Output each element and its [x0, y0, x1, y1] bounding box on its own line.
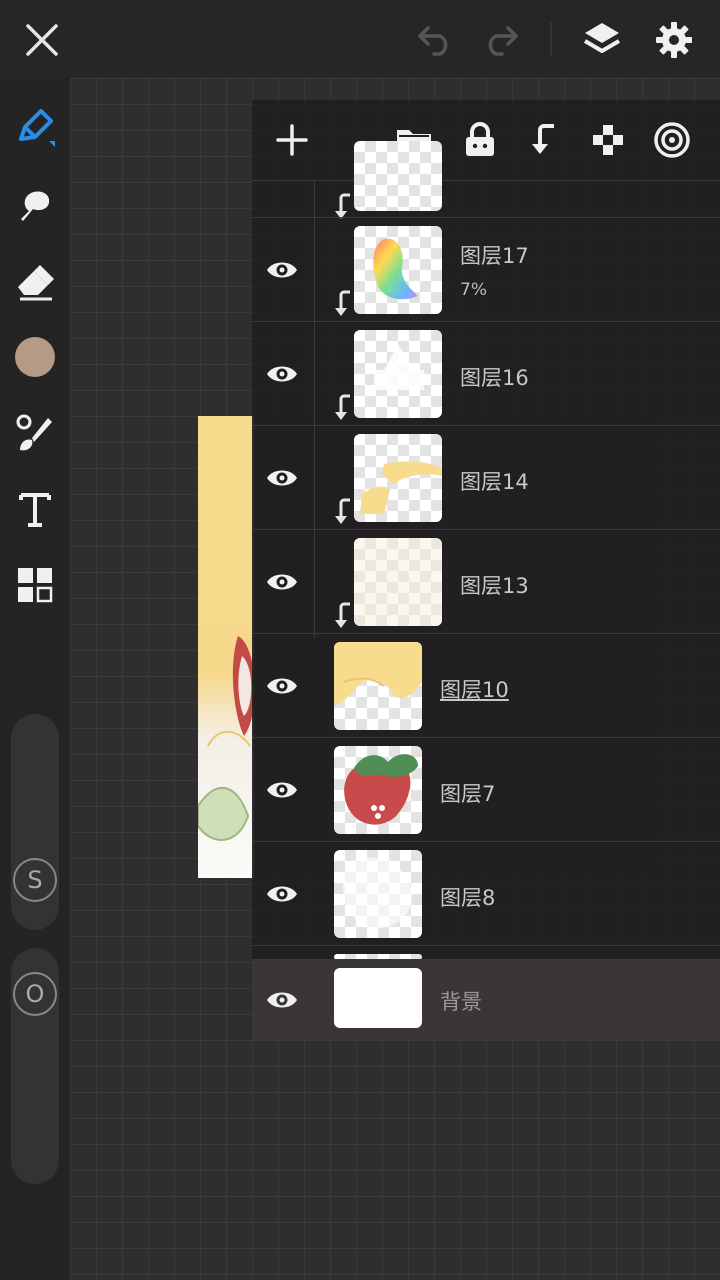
layer-thumbnail — [354, 538, 442, 626]
layer-thumbnail — [334, 642, 422, 730]
layers-icon[interactable] — [576, 14, 628, 66]
clip-down-icon[interactable] — [518, 114, 570, 166]
layer-row[interactable]: 图层7 — [252, 737, 720, 841]
layer-row-partial[interactable] — [252, 141, 720, 219]
pen-tool-icon[interactable] — [8, 100, 62, 154]
layer-thumbnail — [354, 226, 442, 314]
top-bar — [0, 0, 720, 78]
layer-thumbnail — [334, 968, 422, 1028]
tool-sidebar: S O — [0, 78, 70, 1280]
size-slider-label: S — [27, 866, 43, 894]
eye-icon[interactable] — [260, 248, 304, 292]
layer-name: 背景 — [440, 990, 482, 1014]
layer-thumbnail — [354, 434, 442, 522]
clip-arrow-icon — [335, 394, 350, 420]
clip-arrow-icon — [335, 498, 350, 524]
layer-thumbnail — [334, 850, 422, 938]
layer-row-selected[interactable]: 图层10 — [252, 633, 720, 737]
eye-icon[interactable] — [260, 664, 304, 708]
blend-icon[interactable] — [646, 114, 698, 166]
lock-icon[interactable] — [454, 114, 506, 166]
layer-thumbnail — [354, 330, 442, 418]
eye-icon[interactable] — [260, 560, 304, 604]
layer-row[interactable]: 图层17 7% — [252, 217, 720, 321]
layer-row-partial[interactable] — [252, 945, 720, 960]
layers-panel: 图层17 7% 图层16 图层14 图层13 图层10 图层7 图层8 背景 — [252, 100, 720, 1040]
alpha-lock-icon[interactable] — [582, 114, 634, 166]
layer-row[interactable]: 图层8 — [252, 841, 720, 945]
brush-icon[interactable] — [8, 406, 62, 460]
opacity-slider-knob[interactable]: O — [13, 972, 57, 1016]
layer-name: 图层13 — [460, 574, 529, 598]
eye-icon[interactable] — [260, 872, 304, 916]
opacity-slider-label: O — [25, 980, 45, 1008]
opacity-slider[interactable]: O — [11, 948, 59, 1184]
layer-name: 图层10 — [440, 678, 509, 702]
layer-row[interactable]: 图层13 — [252, 529, 720, 633]
clip-arrow-icon — [335, 602, 350, 628]
layer-thumbnail — [334, 746, 422, 834]
undo-icon[interactable] — [410, 14, 462, 66]
layer-row[interactable]: 图层16 — [252, 321, 720, 425]
layer-name: 图层7 — [440, 782, 496, 806]
layer-thumbnail — [354, 141, 442, 211]
color-swatch[interactable] — [8, 330, 62, 384]
background-layer-row[interactable]: 背景 — [252, 959, 720, 1040]
layer-name: 图层16 — [460, 366, 529, 390]
close-icon[interactable] — [16, 14, 68, 66]
text-icon[interactable] — [8, 482, 62, 536]
layers-panel-header — [252, 100, 720, 180]
layer-name: 图层14 — [460, 470, 529, 494]
brush-size-slider[interactable]: S — [11, 714, 59, 930]
redo-icon[interactable] — [474, 14, 526, 66]
more-tools-icon[interactable] — [8, 558, 62, 612]
gear-icon[interactable] — [648, 14, 700, 66]
layer-name: 图层8 — [440, 886, 496, 910]
layer-name: 图层17 — [460, 244, 529, 268]
eye-icon[interactable] — [260, 978, 304, 1022]
eraser-icon[interactable] — [8, 254, 62, 308]
eye-icon[interactable] — [260, 768, 304, 812]
add-layer-icon[interactable] — [266, 114, 318, 166]
size-slider-knob[interactable]: S — [13, 858, 57, 902]
eye-icon[interactable] — [260, 456, 304, 500]
clip-arrow-icon — [335, 290, 350, 316]
smudge-icon[interactable] — [8, 178, 62, 232]
layer-row[interactable]: 图层14 — [252, 425, 720, 529]
toolbar-divider — [550, 22, 552, 56]
layer-opacity: 7% — [460, 280, 487, 300]
eye-icon[interactable] — [260, 352, 304, 396]
